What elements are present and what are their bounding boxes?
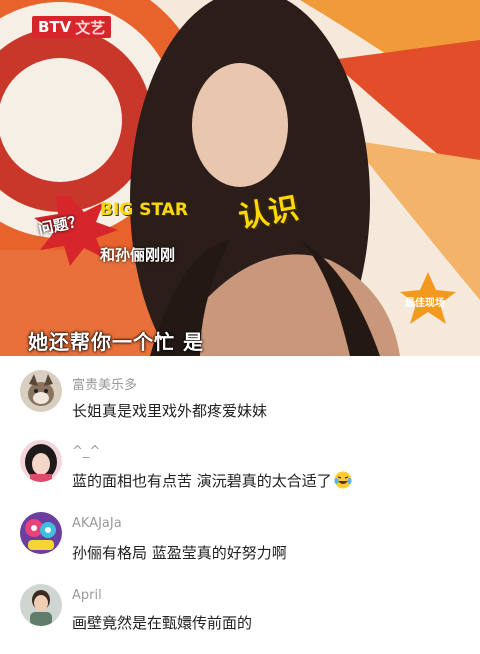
badge-text: 最佳现场 [405, 298, 445, 309]
girl-avatar[interactable] [20, 440, 62, 482]
child-avatar[interactable] [20, 584, 62, 626]
channel-logo-sub: 文艺 [75, 18, 106, 37]
comment-text: 长姐真是戏里戏外都疼爱妹妹 [72, 402, 268, 420]
comment-item: 富贵美乐多 长姐真是戏里戏外都疼爱妹妹 [0, 370, 480, 440]
dog-avatar[interactable] [20, 370, 62, 412]
video-frame[interactable]: BTV 文艺 问题？ BIG STAR 和孙俪刚刚 认识 最佳现场 她还帮你一个… [0, 0, 480, 356]
comment-text-row: 蓝的面相也有点苦 演沅碧真的太合适了 [72, 470, 352, 491]
crying-laughing-emoji [334, 471, 352, 489]
cartoon-avatar[interactable] [20, 512, 62, 554]
comment-username[interactable]: ^_^ [72, 444, 100, 459]
comment-username[interactable]: April [72, 588, 102, 603]
comment-text: 蓝的面相也有点苦 演沅碧真的太合适了 [72, 472, 332, 490]
overlay-big-star: BIG STAR [100, 200, 188, 220]
channel-logo: BTV 文艺 [32, 16, 112, 38]
comment-text: 孙俪有格局 蓝盈莹真的好努力啊 [72, 544, 287, 562]
channel-logo-text: BTV [38, 18, 72, 36]
comment-username[interactable]: 富贵美乐多 [72, 374, 137, 393]
comment-username[interactable]: AKAJaJa [72, 516, 122, 531]
overlay-subtitle-caption: 和孙俪刚刚 [100, 246, 176, 264]
video-subtitle: 她还帮你一个忙 是 [28, 330, 204, 354]
comment-item: ^_^ 蓝的面相也有点苦 演沅碧真的太合适了 [0, 440, 480, 510]
comment-item: AKAJaJa 孙俪有格局 蓝盈莹真的好努力啊 [0, 512, 480, 582]
comment-text: 画壁竟然是在甄嬛传前面的 [72, 614, 253, 632]
comment-item: April 画壁竟然是在甄嬛传前面的 [0, 584, 480, 654]
